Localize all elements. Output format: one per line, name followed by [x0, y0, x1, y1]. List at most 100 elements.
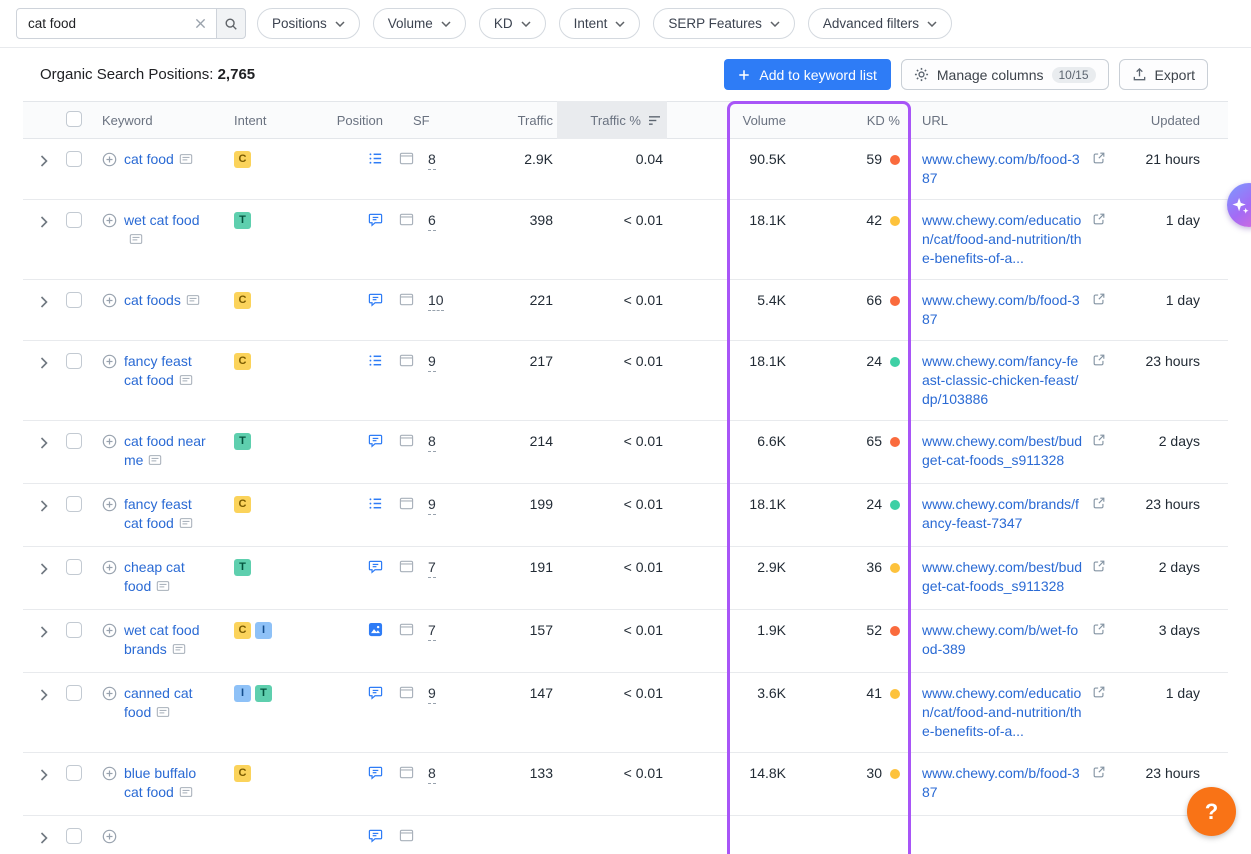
external-link-icon[interactable] — [1092, 292, 1106, 311]
position-value[interactable]: 9 — [428, 352, 436, 372]
view-serp-icon[interactable] — [399, 764, 414, 780]
keyword-link[interactable]: cat food near me — [124, 433, 206, 468]
add-keyword-icon[interactable] — [102, 684, 117, 724]
ai-assistant-button[interactable] — [1227, 183, 1251, 227]
export-button[interactable]: Export — [1119, 59, 1208, 90]
position-value[interactable]: 6 — [428, 211, 436, 231]
view-serp-icon[interactable] — [399, 352, 414, 368]
position-value[interactable]: 7 — [428, 558, 436, 578]
col-header-url[interactable]: URL — [912, 113, 1112, 128]
url-link[interactable]: www.chewy.com/best/budget-cat-foods_s911… — [922, 433, 1082, 468]
col-header-sf[interactable]: SF — [399, 113, 457, 128]
row-checkbox[interactable] — [66, 212, 82, 228]
add-keyword-icon[interactable] — [102, 558, 117, 598]
col-header-keyword[interactable]: Keyword — [102, 113, 234, 128]
col-header-kd[interactable]: KD % — [792, 113, 912, 128]
expand-row-icon[interactable] — [40, 832, 48, 844]
expand-row-icon[interactable] — [40, 500, 48, 512]
serp-preview-icon[interactable] — [179, 516, 193, 535]
expand-row-icon[interactable] — [40, 689, 48, 701]
row-checkbox[interactable] — [66, 353, 82, 369]
expand-row-icon[interactable] — [40, 626, 48, 638]
expand-row-icon[interactable] — [40, 357, 48, 369]
add-keyword-icon[interactable] — [102, 827, 117, 844]
row-checkbox[interactable] — [66, 828, 82, 844]
add-keyword-icon[interactable] — [102, 211, 117, 251]
url-link[interactable]: www.chewy.com/best/budget-cat-foods_s911… — [922, 559, 1082, 594]
col-header-volume[interactable]: Volume — [667, 113, 792, 128]
serp-preview-icon[interactable] — [186, 293, 200, 312]
external-link-icon[interactable] — [1092, 151, 1106, 170]
position-value[interactable]: 9 — [428, 495, 436, 515]
url-link[interactable]: www.chewy.com/b/food-387 — [922, 292, 1080, 327]
external-link-icon[interactable] — [1092, 433, 1106, 452]
url-link[interactable]: www.chewy.com/b/wet-food-389 — [922, 622, 1078, 657]
help-button[interactable]: ? — [1187, 787, 1236, 836]
expand-row-icon[interactable] — [40, 296, 48, 308]
keyword-link[interactable]: wet cat food — [124, 212, 200, 228]
add-keyword-icon[interactable] — [102, 495, 117, 535]
expand-row-icon[interactable] — [40, 155, 48, 167]
row-checkbox[interactable] — [66, 559, 82, 575]
expand-row-icon[interactable] — [40, 437, 48, 449]
view-serp-icon[interactable] — [399, 150, 414, 166]
view-serp-icon[interactable] — [399, 621, 414, 637]
view-serp-icon[interactable] — [399, 827, 414, 843]
row-checkbox[interactable] — [66, 622, 82, 638]
add-keyword-icon[interactable] — [102, 291, 117, 312]
external-link-icon[interactable] — [1092, 622, 1106, 641]
add-keyword-icon[interactable] — [102, 764, 117, 804]
row-checkbox[interactable] — [66, 151, 82, 167]
position-value[interactable]: 10 — [428, 291, 444, 311]
row-checkbox[interactable] — [66, 292, 82, 308]
position-value[interactable]: 8 — [428, 432, 436, 452]
row-checkbox[interactable] — [66, 433, 82, 449]
serp-preview-icon[interactable] — [156, 579, 170, 598]
filter-volume-dropdown[interactable]: Volume — [373, 8, 466, 39]
view-serp-icon[interactable] — [399, 558, 414, 574]
view-serp-icon[interactable] — [399, 432, 414, 448]
col-header-intent[interactable]: Intent — [234, 112, 304, 128]
view-serp-icon[interactable] — [399, 211, 414, 227]
col-header-updated[interactable]: Updated — [1112, 113, 1212, 128]
expand-row-icon[interactable] — [40, 769, 48, 781]
add-to-keyword-list-button[interactable]: Add to keyword list — [724, 59, 891, 90]
view-serp-icon[interactable] — [399, 291, 414, 307]
url-link[interactable]: www.chewy.com/b/food-387 — [922, 151, 1080, 186]
keyword-link[interactable]: cheap cat food — [124, 559, 185, 594]
search-button[interactable] — [216, 8, 246, 39]
add-keyword-icon[interactable] — [102, 150, 117, 171]
serp-preview-icon[interactable] — [156, 705, 170, 724]
serp-preview-icon[interactable] — [179, 152, 193, 171]
external-link-icon[interactable] — [1092, 212, 1106, 231]
position-value[interactable]: 8 — [428, 150, 436, 170]
position-value[interactable]: 7 — [428, 621, 436, 641]
select-all-checkbox[interactable] — [66, 111, 82, 127]
col-header-position[interactable]: Position — [304, 113, 399, 128]
external-link-icon[interactable] — [1092, 765, 1106, 784]
view-serp-icon[interactable] — [399, 495, 414, 511]
serp-preview-icon[interactable] — [179, 785, 193, 804]
filter-advanced-filters-dropdown[interactable]: Advanced filters — [808, 8, 952, 39]
external-link-icon[interactable] — [1092, 685, 1106, 704]
url-link[interactable]: www.chewy.com/fancy-feast-classic-chicke… — [922, 353, 1078, 407]
filter-positions-dropdown[interactable]: Positions — [257, 8, 360, 39]
position-value[interactable]: 9 — [428, 684, 436, 704]
col-header-traffic[interactable]: Traffic — [457, 113, 557, 128]
serp-preview-icon[interactable] — [179, 373, 193, 392]
filter-intent-dropdown[interactable]: Intent — [559, 8, 641, 39]
search-input[interactable]: cat food — [16, 8, 217, 39]
filter-kd-dropdown[interactable]: KD — [479, 8, 546, 39]
external-link-icon[interactable] — [1092, 353, 1106, 372]
keyword-link[interactable]: cat food — [124, 151, 174, 167]
row-checkbox[interactable] — [66, 496, 82, 512]
keyword-link[interactable]: wet cat food brands — [124, 622, 200, 657]
clear-search-icon[interactable] — [193, 16, 208, 31]
row-checkbox[interactable] — [66, 685, 82, 701]
serp-preview-icon[interactable] — [129, 232, 143, 251]
add-keyword-icon[interactable] — [102, 352, 117, 392]
expand-row-icon[interactable] — [40, 563, 48, 575]
external-link-icon[interactable] — [1092, 559, 1106, 578]
add-keyword-icon[interactable] — [102, 621, 117, 661]
url-link[interactable]: www.chewy.com/education/cat/food-and-nut… — [922, 685, 1082, 739]
